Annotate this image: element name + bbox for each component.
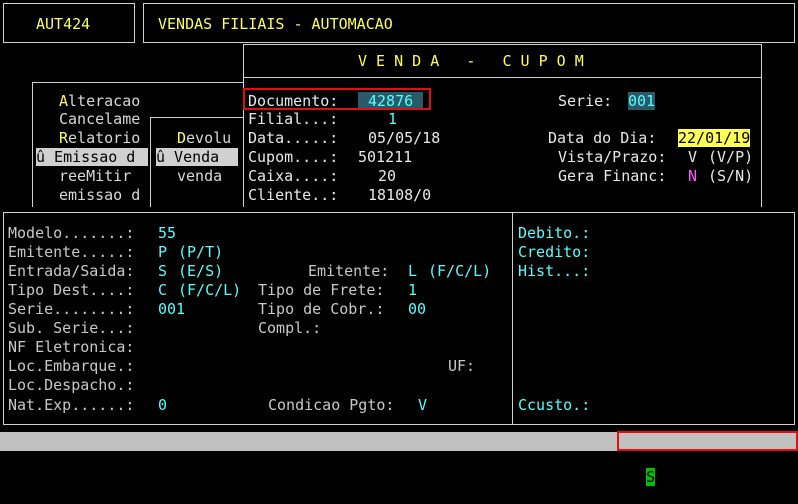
emitente-options: (P/T) — [178, 243, 224, 261]
menu-hotkey: A — [59, 92, 69, 110]
modelo-label: Modelo.......: — [8, 224, 135, 242]
ccusto-label: Ccusto.: — [518, 396, 591, 414]
submenu-item-venda-2[interactable]: venda — [177, 167, 222, 185]
hist-label: Hist...: — [518, 262, 591, 280]
tipo-dest-label: Tipo Dest....: — [8, 281, 135, 299]
tipo-frete-label: Tipo de Frete: — [258, 281, 385, 299]
modelo-field[interactable]: 55 — [158, 224, 176, 242]
menu-item-reemissao[interactable]: emissao d — [59, 186, 140, 204]
menu-item-label: venda — [177, 167, 223, 185]
condicao-pgto-label: Condicao Pgto: — [268, 396, 395, 414]
menu-item-label: evolu — [186, 129, 232, 147]
filial-field[interactable]: 1 — [388, 110, 397, 128]
emitente2-label: Emitente: — [308, 262, 390, 280]
menu-item-emissao[interactable]: û Emissao d — [36, 148, 148, 166]
vista-prazo-field[interactable]: V — [688, 148, 697, 166]
program-code: AUT424 — [36, 15, 91, 33]
sub-serie-label: Sub. Serie...: — [8, 319, 135, 337]
serie-detail-field[interactable]: 001 — [158, 300, 185, 318]
menu-item-label: reeMitir — [59, 167, 132, 185]
emitente-field[interactable]: P — [158, 243, 167, 261]
data-field[interactable]: 05/05/18 — [368, 129, 440, 147]
confirma-label: Confirma? — [646, 450, 728, 468]
emitente2-options: (F/C/L) — [428, 262, 492, 280]
cupom-title-rule — [244, 77, 761, 78]
entrada-saida-field[interactable]: S — [158, 262, 167, 280]
confirma-options: (S/N) — [646, 486, 692, 504]
cupom-title: V E N D A - C U P O M — [358, 52, 584, 70]
tipo-cobr-label: Tipo de Cobr.: — [258, 300, 385, 318]
serie-field[interactable]: 001 — [628, 92, 656, 110]
entrada-saida-label: Entrada/Saida: — [8, 262, 135, 280]
vista-prazo-options: (V/P) — [708, 148, 754, 166]
loc-embarque-label: Loc.Embarque.: — [8, 357, 135, 375]
nat-exp-label: Nat.Exp......: — [8, 396, 135, 414]
tipo-frete-field[interactable]: 1 — [408, 281, 417, 299]
nat-exp-field[interactable]: 0 — [158, 396, 167, 414]
menu-item-label: û Emissao d — [36, 148, 136, 166]
menu-hotkey: R — [59, 129, 69, 147]
menu-hotkey: D — [177, 129, 187, 147]
menu-item-label: emissao d — [59, 186, 141, 204]
confirma-prompt: Confirma? S (S/N) — [628, 432, 727, 504]
tipo-dest-options: (F/C/L) — [178, 281, 242, 299]
serie-detail-label: Serie........: — [8, 300, 135, 318]
cliente-label: Cliente..: — [248, 186, 339, 204]
condicao-pgto-field[interactable]: V — [418, 396, 427, 414]
debito-label: Debito.: — [518, 224, 591, 242]
caixa-label: Caixa....: — [248, 167, 339, 185]
menu-item-cancelamento[interactable]: Cancelame — [59, 110, 140, 128]
menu-item-label: û Venda — [156, 148, 220, 166]
menu-item-label: Cancelame — [59, 110, 141, 128]
serie-label: Serie: — [558, 92, 613, 110]
vista-prazo-label: Vista/Prazo: — [558, 148, 667, 166]
loc-despacho-label: Loc.Despacho.: — [8, 376, 135, 394]
filial-label: Filial...: — [248, 110, 339, 128]
menu-item-label: lteracao — [68, 92, 141, 110]
gera-financ-options: (S/N) — [708, 167, 754, 185]
menu-item-relatorio[interactable]: Relatorio — [59, 129, 140, 147]
data-dia-field[interactable]: 22/01/19 — [678, 129, 751, 147]
tipo-cobr-field[interactable]: 00 — [408, 300, 426, 318]
window-title: VENDAS FILIAIS - AUTOMACAO — [158, 15, 393, 33]
menu-item-reemitir[interactable]: reeMitir — [59, 167, 131, 185]
entrada-saida-options: (E/S) — [178, 262, 224, 280]
menu-item-label: elatorio — [68, 129, 141, 147]
credito-label: Credito: — [518, 243, 591, 261]
cupom-label: Cupom....: — [248, 148, 339, 166]
details-divider — [512, 213, 513, 424]
compl-label: Compl.: — [258, 319, 322, 337]
submenu-item-venda[interactable]: û Venda — [156, 148, 238, 166]
caixa-field[interactable]: 20 — [378, 167, 396, 185]
nf-eletronica-label: NF Eletronica: — [8, 338, 135, 356]
confirma-field[interactable]: S — [646, 468, 656, 486]
emitente-label: Emitente.....: — [8, 243, 135, 261]
tipo-dest-field[interactable]: C — [158, 281, 167, 299]
data-label: Data.....: — [248, 129, 339, 147]
gera-financ-label: Gera Financ: — [558, 167, 667, 185]
uf-label: UF: — [448, 357, 476, 375]
documento-highlight — [243, 88, 431, 110]
submenu-item-devolucao[interactable]: Devolu — [177, 129, 231, 147]
gera-financ-field[interactable]: N — [688, 167, 697, 185]
emitente2-field[interactable]: L — [408, 262, 417, 280]
menu-item-alteracao[interactable]: Alteracao — [59, 92, 140, 110]
data-dia-label: Data do Dia: — [548, 129, 657, 147]
cupom-field[interactable]: 501211 — [358, 148, 412, 166]
cliente-field[interactable]: 18108/0 — [368, 186, 431, 204]
